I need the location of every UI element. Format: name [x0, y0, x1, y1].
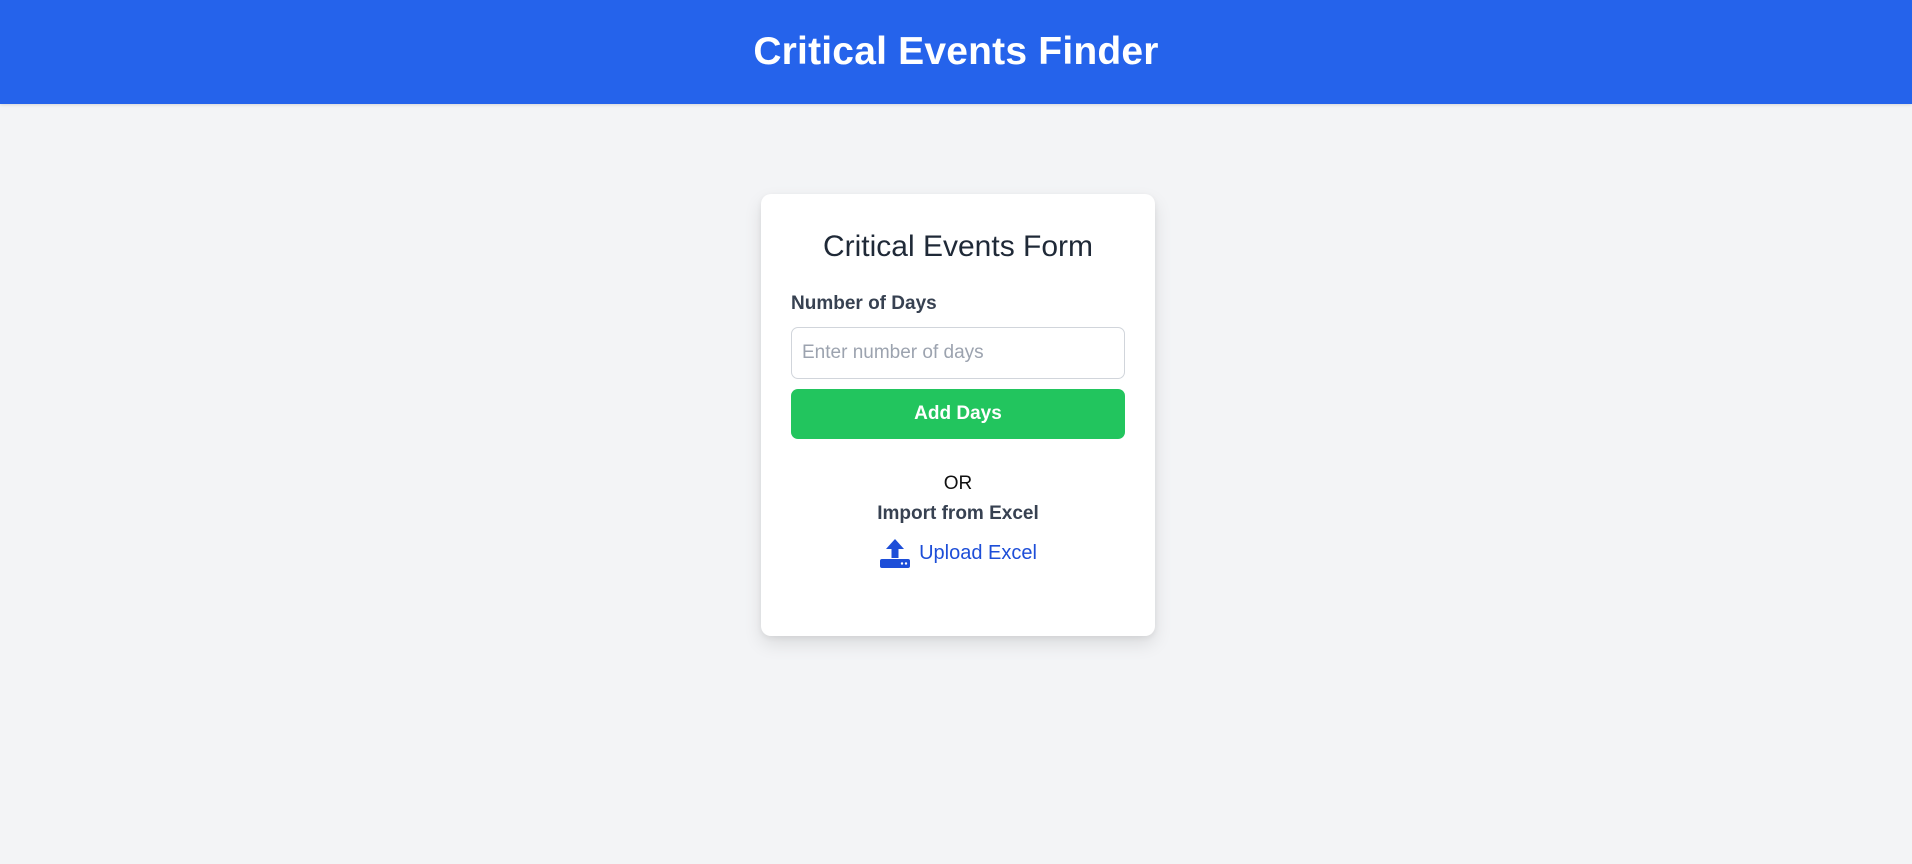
days-input[interactable]	[791, 327, 1125, 379]
app-header: Critical Events Finder	[0, 0, 1912, 104]
upload-excel-button[interactable]: Upload Excel	[868, 537, 1048, 569]
app-title: Critical Events Finder	[753, 30, 1159, 73]
or-divider-text: OR	[943, 473, 973, 494]
add-days-button[interactable]: Add Days	[791, 389, 1125, 439]
critical-events-form-card: Critical Events Form Number of Days Add …	[761, 194, 1155, 636]
days-label: Number of Days	[791, 293, 937, 314]
import-excel-label: Import from Excel	[877, 503, 1039, 524]
upload-excel-label: Upload Excel	[919, 541, 1037, 564]
form-title: Critical Events Form	[822, 230, 1094, 263]
upload-tray-icon	[879, 537, 911, 569]
